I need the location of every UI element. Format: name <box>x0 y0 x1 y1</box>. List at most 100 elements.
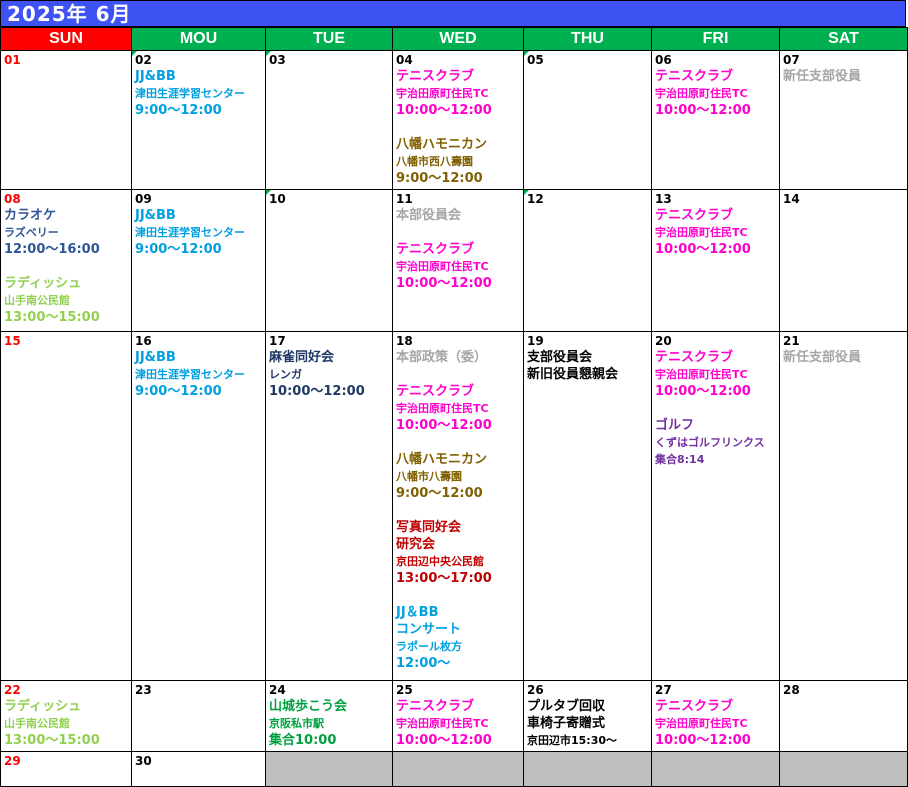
empty-day-cell[interactable] <box>779 751 908 787</box>
event-line: 10:00～12:00 <box>655 103 751 118</box>
day-number: 24 <box>269 683 286 697</box>
event-line: 八幡ハモニカン <box>396 137 488 152</box>
event-line: 車椅子寄贈式 <box>527 716 606 731</box>
day-number: 17 <box>269 334 286 348</box>
day-number: 16 <box>135 334 152 348</box>
comment-marker-icon <box>524 190 529 195</box>
day-cell[interactable]: 02 JJ&BB 津田生涯学習センター 9:00～12:00 <box>131 50 266 190</box>
event-line: 新旧役員懇親会 <box>527 367 619 382</box>
empty-day-cell[interactable] <box>265 751 393 787</box>
event-line: 10:00～12:00 <box>396 733 492 748</box>
day-cell[interactable]: 08 カラオケ ラズベリー 12:00～16:00 ラディッシュ 山手南公民館 13:00～… <box>0 189 132 332</box>
event-line: レンガ <box>269 368 302 381</box>
event-line: 写真同好会 <box>396 520 462 535</box>
calendar-sheet: 2025年 6月 SUN MOU TUE WED THU FRI SAT 01 0… <box>0 0 908 787</box>
event-line: 支部役員会 <box>527 350 593 365</box>
calendar-event: 八幡ハモニカン 八幡市八壽園 9:00～12:00 <box>396 451 520 502</box>
day-cell[interactable]: 26 プルタブ回収 車椅子寄贈式 京田辺市15:30～ <box>523 680 652 752</box>
calendar-event: ゴルフ くずはゴルフリンクス 集合8:14 <box>655 417 776 468</box>
day-number: 29 <box>4 754 21 768</box>
day-number: 18 <box>396 334 413 348</box>
day-number: 04 <box>396 53 413 67</box>
day-number: 19 <box>527 334 544 348</box>
event-line: ラディッシュ <box>4 276 82 291</box>
event-line: 10:00～12:00 <box>655 733 751 748</box>
calendar-title: 2025年 6月 <box>0 0 906 27</box>
calendar-event: JJ&BB 津田生涯学習センター 9:00～12:00 <box>135 68 262 119</box>
event-line: 津田生涯学習センター <box>135 87 245 100</box>
day-number: 05 <box>527 53 544 67</box>
weekday-header: WED <box>392 27 524 51</box>
day-number: 22 <box>4 683 21 697</box>
day-cell[interactable]: 06 テニスクラブ 宇治田原町住民TC 10:00～12:00 <box>651 50 780 190</box>
calendar-event: JJ＆BB コンサート ラポール枚方 12:00～ <box>396 604 520 672</box>
day-cell[interactable]: 30 <box>131 751 266 787</box>
day-cell[interactable]: 25 テニスクラブ 宇治田原町住民TC 10:00～12:00 <box>392 680 524 752</box>
day-cell[interactable]: 23 <box>131 680 266 752</box>
day-number: 10 <box>269 192 286 206</box>
day-number: 20 <box>655 334 672 348</box>
day-number: 09 <box>135 192 152 206</box>
day-cell[interactable]: 07 新任支部役員 <box>779 50 908 190</box>
day-cell[interactable]: 09 JJ&BB 津田生涯学習センター 9:00～12:00 <box>131 189 266 332</box>
event-line: 京田辺市15:30～ <box>527 734 618 747</box>
empty-day-cell[interactable] <box>523 751 652 787</box>
day-cell[interactable]: 11 本部役員会 テニスクラブ 宇治田原町住民TC 10:00～12:00 <box>392 189 524 332</box>
day-cell[interactable]: 19 支部役員会 新旧役員懇親会 <box>523 331 652 681</box>
event-line: JJ&BB <box>135 208 176 223</box>
day-cell[interactable]: 03 <box>265 50 393 190</box>
day-cell[interactable]: 21 新任支部役員 <box>779 331 908 681</box>
day-cell[interactable]: 20 テニスクラブ 宇治田原町住民TC 10:00～12:00 ゴルフ くずはゴルフリンク… <box>651 331 780 681</box>
day-cell[interactable]: 17 麻雀同好会レンガ 10:00～12:00 <box>265 331 393 681</box>
day-cell[interactable]: 24 山城歩こう会 京阪私市駅 集合10:00 <box>265 680 393 752</box>
day-cell[interactable]: 04 テニスクラブ 宇治田原町住民TC 10:00～12:00 八幡ハモニカン 八幡市西八… <box>392 50 524 190</box>
day-cell[interactable]: 10 <box>265 189 393 332</box>
event-line: 山城歩こう会 <box>269 699 348 714</box>
day-cell[interactable]: 13 テニスクラブ 宇治田原町住民TC 10:00～12:00 <box>651 189 780 332</box>
day-cell[interactable]: 12 <box>523 189 652 332</box>
event-line: 麻雀同好会 <box>269 350 335 365</box>
day-cell[interactable]: 16 JJ&BB 津田生涯学習センター 9:00～12:00 <box>131 331 266 681</box>
weekday-header: THU <box>523 27 652 51</box>
event-line: ラズベリー <box>4 226 59 239</box>
day-number: 13 <box>655 192 672 206</box>
event-line: 10:00～12:00 <box>396 103 492 118</box>
empty-day-cell[interactable] <box>392 751 524 787</box>
event-line: 12:00～ <box>396 656 451 671</box>
calendar-event: プルタブ回収 車椅子寄贈式 京田辺市15:30～ <box>527 698 648 749</box>
event-line: 宇治田原町住民TC <box>655 717 748 730</box>
calendar-event: 新任支部役員 <box>783 68 904 85</box>
day-cell[interactable]: 18 本部政策（委） テニスクラブ 宇治田原町住民TC 10:00～12:00 八幡ハモニ… <box>392 331 524 681</box>
day-cell[interactable]: 01 <box>0 50 132 190</box>
calendar-event: テニスクラブ 宇治田原町住民TC 10:00～12:00 <box>396 241 520 292</box>
day-cell[interactable]: 15 <box>0 331 132 681</box>
day-cell[interactable]: 14 <box>779 189 908 332</box>
event-line: 八幡市西八壽園 <box>396 155 473 168</box>
event-line: テニスクラブ <box>655 208 734 223</box>
event-line: 13:00～15:00 <box>4 310 100 325</box>
event-line: テニスクラブ <box>396 242 475 257</box>
calendar-event: テニスクラブ 宇治田原町住民TC 10:00～12:00 <box>396 68 520 119</box>
calendar-event: 麻雀同好会レンガ 10:00～12:00 <box>269 349 389 400</box>
event-line: 集合8:14 <box>655 453 705 466</box>
event-line: 10:00～12:00 <box>269 384 365 399</box>
event-line: プルタブ回収 <box>527 699 606 714</box>
day-cell[interactable]: 05 <box>523 50 652 190</box>
empty-day-cell[interactable] <box>651 751 780 787</box>
day-cell[interactable]: 28 <box>779 680 908 752</box>
day-number: 02 <box>135 53 152 67</box>
day-number: 11 <box>396 192 413 206</box>
day-cell[interactable]: 29 <box>0 751 132 787</box>
event-line: 研究会 <box>396 537 436 552</box>
day-number: 26 <box>527 683 544 697</box>
event-line: コンサート <box>396 622 462 637</box>
calendar-event: 支部役員会新旧役員懇親会 <box>527 349 648 383</box>
day-cell[interactable]: 22 ラディッシュ 山手南公民館 13:00～15:00 <box>0 680 132 752</box>
weekday-header: MOU <box>131 27 266 51</box>
day-cell[interactable]: 27 テニスクラブ 宇治田原町住民TC 10:00～12:00 <box>651 680 780 752</box>
day-number: 30 <box>135 754 152 768</box>
event-line: JJ＆BB <box>396 605 439 620</box>
calendar-grid: SUN MOU TUE WED THU FRI SAT 01 02 JJ&BB 津田生… <box>0 27 908 787</box>
event-line: テニスクラブ <box>655 699 734 714</box>
event-line: カラオケ <box>4 208 57 223</box>
